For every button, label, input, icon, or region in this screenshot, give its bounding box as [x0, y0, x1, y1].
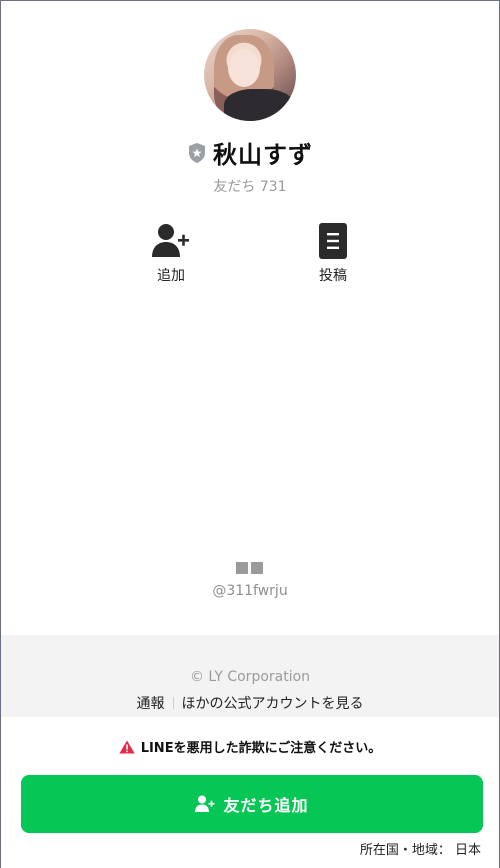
posts-action[interactable]: 投稿 — [293, 223, 373, 285]
post-label: 投稿 — [319, 268, 347, 284]
account-handle: @311fwrju — [212, 583, 288, 599]
avatar-face — [228, 49, 260, 87]
action-bar: 追加 投稿 — [1, 223, 499, 293]
region-info: 所在国・地域： 日本 — [359, 843, 481, 858]
document-icon — [319, 223, 347, 259]
person-add-icon — [152, 224, 189, 257]
name-row: 秋山すず — [187, 135, 313, 170]
link-divider — [172, 697, 174, 709]
footer: © LY Corporation 通報 ほかの公式アカウントを見る — [1, 635, 499, 717]
profile-header: 秋山すず 友だち 731 — [1, 1, 499, 196]
report-link[interactable]: 通報 — [137, 693, 165, 713]
person-add-icon — [195, 795, 215, 812]
add-friend-button[interactable]: 友だち追加 — [21, 775, 483, 833]
copyright: © LY Corporation — [189, 669, 311, 685]
fraud-warning: LINEを悪用した詐欺にご注意ください。 — [1, 737, 499, 756]
account-id-section: @311fwrju — [1, 561, 499, 599]
friends-count: 友だち 731 — [213, 179, 287, 195]
add-friend-button-label: 友だち追加 — [223, 798, 309, 815]
add-friend-action[interactable]: 追加 — [131, 223, 211, 285]
footer-links: 通報 ほかの公式アカウントを見る — [137, 693, 364, 713]
other-accounts-link[interactable]: ほかの公式アカウントを見る — [182, 693, 364, 713]
qr-code-icon[interactable] — [236, 561, 264, 575]
avatar-shirt — [224, 89, 294, 121]
warning-text: LINEを悪用した詐欺にご注意ください。 — [140, 741, 382, 756]
avatar[interactable] — [204, 29, 296, 121]
add-label: 追加 — [157, 268, 185, 284]
shield-star-icon — [189, 142, 205, 163]
warning-triangle-icon — [119, 740, 135, 753]
profile-name: 秋山すず — [213, 141, 313, 169]
